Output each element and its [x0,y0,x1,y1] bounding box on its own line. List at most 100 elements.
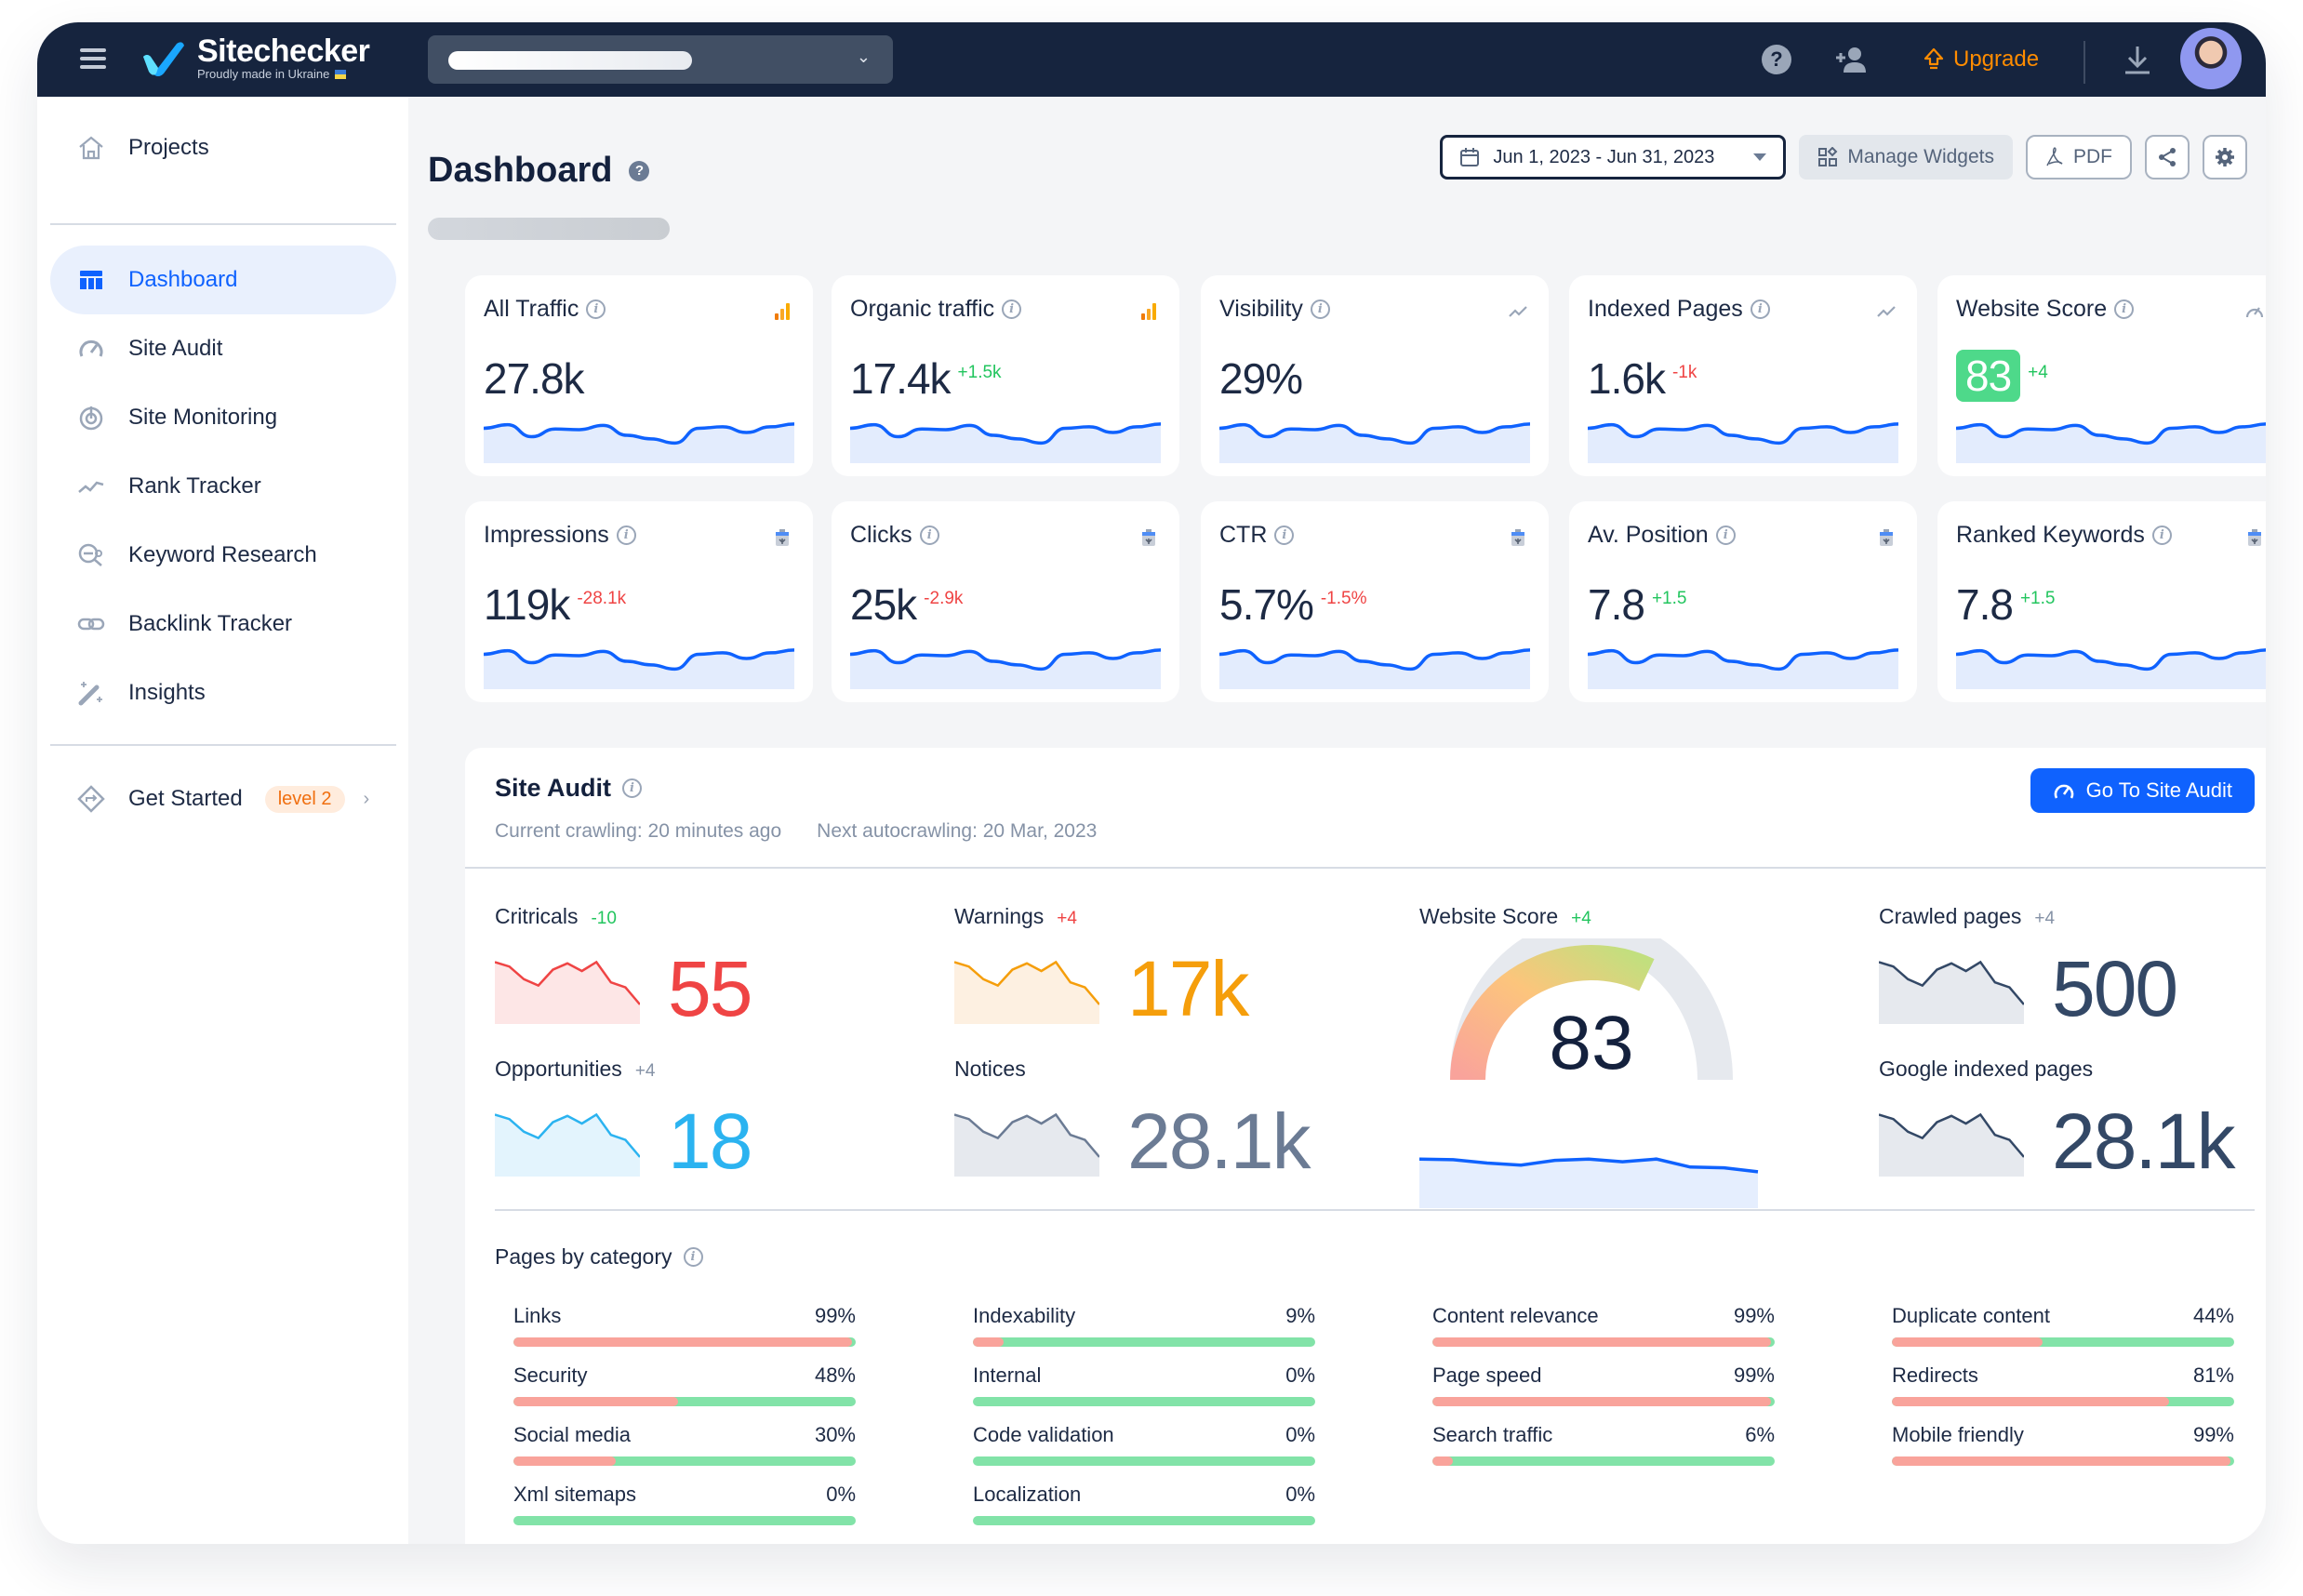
category-row[interactable]: Page speed 99% [1432,1356,1775,1416]
info-icon[interactable]: i [2114,299,2135,319]
metric-label: Warnings [954,904,1045,928]
category-percent: 99% [1733,1363,1775,1387]
category-progress-fill [513,1456,617,1466]
category-progress-fill [1892,1397,2170,1406]
next-autocrawling: Next autocrawling: 20 Mar, 2023 [817,820,1098,842]
share-button[interactable] [2145,135,2190,180]
date-range-picker[interactable]: Jun 1, 2023 - Jun 31, 2023 [1440,135,1787,180]
card-delta: -1k [1671,363,1697,382]
info-icon[interactable]: i [1310,299,1330,319]
sidebar-item-get-started[interactable]: Get Started level 2 › [50,765,396,833]
manage-widgets-button[interactable]: Manage Widgets [1799,135,2013,180]
audit-metric-crawled-pages[interactable]: Crawled pages +4 500 [1879,904,2178,1028]
sidebar-item-keyword-research[interactable]: Keyword Research [50,521,396,590]
analytics-icon [1141,303,1156,320]
sparkline-area [1588,423,1898,463]
audit-metric-opportunities[interactable]: Opportunities +4 18 [495,1057,752,1185]
chevron-right-icon: › [363,788,370,809]
audit-metric-critricals[interactable]: Critricals -10 55 [495,904,752,1028]
metric-card[interactable]: Organic traffic i 17.4k +1.5k [832,275,1179,476]
info-icon[interactable]: i [1715,525,1736,545]
category-row[interactable]: Social media 30% [513,1416,856,1475]
metric-card[interactable]: Indexed Pages i 1.6k -1k [1569,275,1917,476]
route-icon [77,785,105,813]
analytics-icon [775,303,790,320]
sparkline-area [1219,649,1530,689]
card-sparkline [1588,648,1898,689]
sidebar-item-dashboard[interactable]: Dashboard [50,246,396,314]
category-row[interactable]: Security 48% [513,1356,856,1416]
category-row[interactable]: Indexability 9% [973,1297,1315,1356]
category-row[interactable]: Internal 0% [973,1356,1315,1416]
category-progress-bar [513,1516,856,1525]
metric-card[interactable]: Website Score i 83 +4 [1937,275,2266,476]
metric-mini-chart [954,1112,1099,1177]
info-icon[interactable]: i [622,778,642,798]
category-row[interactable]: Localization 0% [973,1475,1315,1535]
sidebar-divider [50,223,396,225]
category-row[interactable]: Redirects 81% [1892,1356,2234,1416]
project-selector[interactable]: ⌄ [428,35,893,84]
upgrade-button[interactable]: Upgrade [1924,43,2039,76]
sidebar-item-backlink-tracker[interactable]: Backlink Tracker [50,590,396,658]
menu-icon[interactable] [80,48,106,69]
card-title: Ranked Keywords i [1956,522,2172,549]
metric-card[interactable]: Ranked Keywords i 7.8 +1.5 [1937,501,2266,702]
sidebar-item-projects[interactable]: Projects [50,113,396,182]
category-label: Redirects [1892,1363,1978,1387]
info-icon[interactable]: i [683,1247,703,1267]
sidebar-item-site-monitoring[interactable]: Site Monitoring [50,383,396,452]
category-label: Search traffic [1432,1423,1553,1446]
info-icon[interactable]: i [1002,299,1022,319]
card-title-text: Ranked Keywords [1956,522,2145,548]
category-label: Page speed [1432,1363,1542,1387]
card-sparkline [484,422,794,463]
category-row[interactable]: Search traffic 6% [1432,1416,1775,1475]
avatar[interactable] [2180,28,2242,89]
info-icon[interactable]: i [586,299,606,319]
audit-metric-google-indexed-pages[interactable]: Google indexed pages 28.1k [1879,1057,2235,1180]
website-score-widget: Website Score +4 83 [1419,904,1773,1208]
category-progress-bar [513,1337,856,1347]
sidebar-item-insights[interactable]: Insights [50,658,396,727]
card-value: 5.7% -1.5% [1219,579,1367,630]
audit-metric-notices[interactable]: Notices 28.1k [954,1057,1311,1180]
info-icon[interactable]: i [1750,299,1770,319]
card-sparkline [1956,422,2266,463]
logo[interactable]: Sitechecker Proudly made in Ukraine [140,35,370,82]
category-row[interactable]: Duplicate content 44% [1892,1297,2234,1356]
metric-card[interactable]: All Traffic i 27.8k [465,275,813,476]
sidebar-item-site-audit[interactable]: Site Audit [50,314,396,383]
info-icon[interactable]: i [919,525,939,545]
category-row[interactable]: Content relevance 99% [1432,1297,1775,1356]
info-icon[interactable]: i [1274,525,1295,545]
search-console-icon [1880,529,1893,546]
add-user-icon[interactable] [1834,43,1868,76]
info-icon[interactable]: i [2151,525,2172,545]
metric-card[interactable]: Impressions i 119k -28.1k [465,501,813,702]
audit-metric-warnings[interactable]: Warnings +4 17k [954,904,1249,1028]
sidebar-item-rank-tracker[interactable]: Rank Tracker [50,452,396,521]
category-label: Localization [973,1483,1082,1506]
card-title-text: All Traffic [484,296,579,322]
category-row[interactable]: Code validation 0% [973,1416,1315,1475]
info-icon[interactable]: i [616,525,636,545]
category-row[interactable]: Xml sitemaps 0% [513,1475,856,1535]
download-icon[interactable] [2121,43,2154,76]
pdf-button[interactable]: PDF [2026,135,2132,180]
metric-card[interactable]: Clicks i 25k -2.9k [832,501,1179,702]
category-row[interactable]: Links 99% [513,1297,856,1356]
category-row[interactable]: Mobile friendly 99% [1892,1416,2234,1475]
metric-label: Crawled pages [1879,904,2022,928]
go-to-site-audit-button[interactable]: Go To Site Audit [2030,768,2255,813]
help-icon[interactable]: ? [1760,43,1793,76]
metric-value: 18 [668,1097,752,1185]
card-value: 17.4k +1.5k [850,353,1002,404]
metric-card[interactable]: Av. Position i 7.8 +1.5 [1569,501,1917,702]
category-column: Duplicate content 44% Redirects 81% Mobile f… [1892,1297,2234,1475]
metric-card[interactable]: Visibility i 29% [1201,275,1549,476]
settings-button[interactable] [2203,135,2247,180]
sidebar-item-label: Site Monitoring [128,405,278,430]
help-icon[interactable]: ? [629,160,650,181]
metric-card[interactable]: CTR i 5.7% -1.5% [1201,501,1549,702]
